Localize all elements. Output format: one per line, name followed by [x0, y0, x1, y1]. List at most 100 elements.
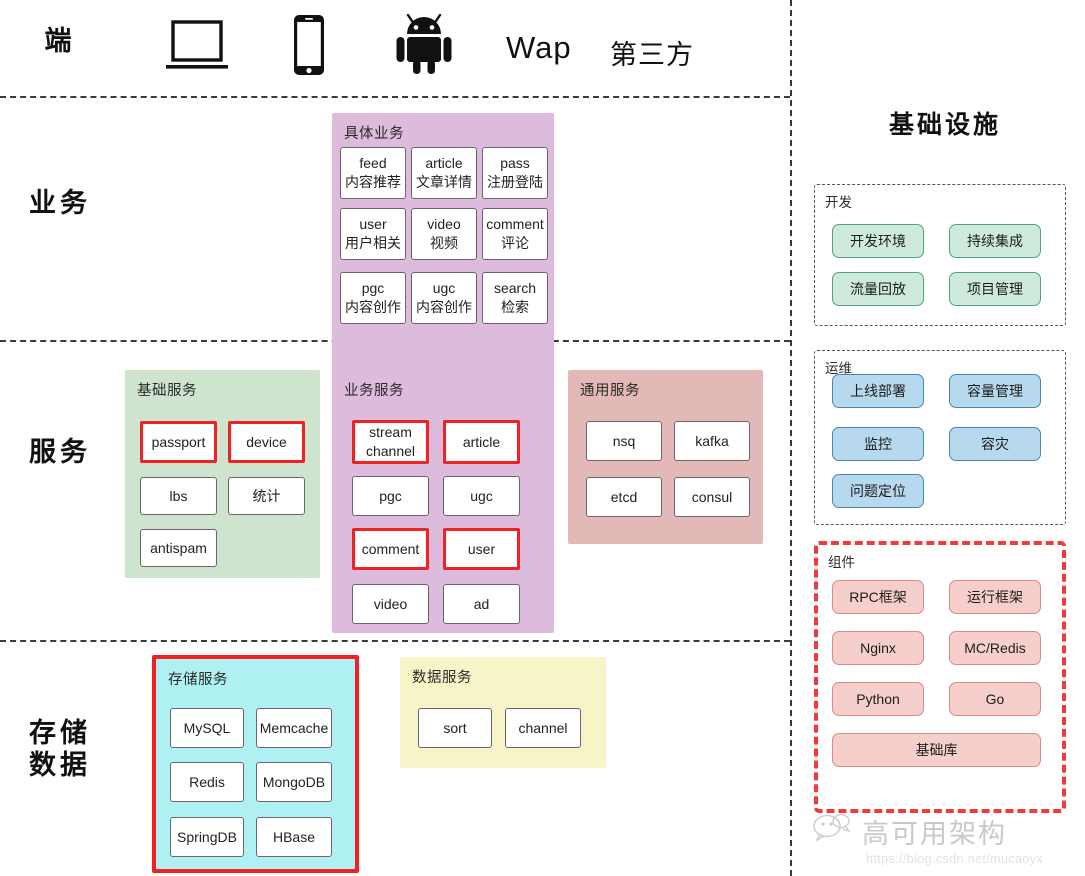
business-node-user[interactable]: user 用户相关 — [340, 208, 406, 260]
infra-chip-nginx[interactable]: Nginx — [832, 631, 924, 665]
infra-group-title-components: 组件 — [828, 555, 855, 570]
business-node-article[interactable]: article 文章详情 — [411, 147, 477, 199]
divider-service-storage — [0, 640, 790, 642]
common-service-node-kafka[interactable]: kafka — [674, 421, 750, 461]
business-node-ugc[interactable]: ugc 内容创作 — [411, 272, 477, 324]
node-label: video — [373, 595, 408, 612]
node-label: comment — [486, 216, 544, 233]
node-label: ad — [473, 595, 490, 612]
iphone-icon — [293, 14, 325, 76]
infra-chip-deployment[interactable]: 上线部署 — [832, 374, 924, 408]
business-node-comment[interactable]: comment 评论 — [482, 208, 548, 260]
node-label: pass — [500, 155, 530, 172]
infra-chip-dev-environment[interactable]: 开发环境 — [832, 224, 924, 258]
common-service-node-etcd[interactable]: etcd — [586, 477, 662, 517]
row-label-business: 业务 — [29, 188, 91, 218]
biz-service-node-article[interactable]: article — [443, 420, 520, 464]
node-sublabel: 用户相关 — [345, 235, 401, 251]
storage-node-mysql[interactable]: MySQL — [170, 708, 244, 748]
infra-chip-base-library[interactable]: 基础库 — [832, 733, 1041, 767]
common-service-node-consul[interactable]: consul — [674, 477, 750, 517]
panel-title-data-service: 数据服务 — [412, 670, 472, 686]
row-label-service: 服务 — [29, 437, 91, 467]
business-node-pgc[interactable]: pgc 内容创作 — [340, 272, 406, 324]
infra-chip-disaster-recovery[interactable]: 容灾 — [949, 427, 1041, 461]
business-node-pass[interactable]: pass 注册登陆 — [482, 147, 548, 199]
infra-chip-troubleshooting[interactable]: 问题定位 — [832, 474, 924, 508]
biz-service-node-ad[interactable]: ad — [443, 584, 520, 624]
node-sublabel: 文章详情 — [416, 174, 472, 190]
biz-service-node-pgc[interactable]: pgc — [352, 476, 429, 516]
node-label: 统计 — [252, 487, 281, 504]
infra-chip-rpc-framework[interactable]: RPC框架 — [832, 580, 924, 614]
biz-service-node-video[interactable]: video — [352, 584, 429, 624]
node-label: sort — [443, 719, 467, 736]
base-service-node-passport[interactable]: passport — [140, 421, 217, 463]
row-label-storage: 存储 数据 — [29, 718, 91, 780]
watermark-text: 高可用架构 — [862, 819, 1007, 849]
infra-chip-go[interactable]: Go — [949, 682, 1041, 716]
business-node-feed[interactable]: feed 内容推荐 — [340, 147, 406, 199]
infra-chip-python[interactable]: Python — [832, 682, 924, 716]
node-label: user — [359, 216, 387, 233]
storage-node-memcache[interactable]: Memcache — [256, 708, 332, 748]
node-label: video — [427, 216, 461, 233]
node-label: ugc — [432, 280, 456, 297]
storage-node-hbase[interactable]: HBase — [256, 817, 332, 857]
node-label: feed — [359, 155, 387, 172]
node-sublabel: 内容创作 — [345, 299, 401, 315]
biz-service-node-stream-channel[interactable]: stream channel — [352, 420, 429, 464]
node-label: lbs — [169, 487, 188, 504]
storage-node-redis[interactable]: Redis — [170, 762, 244, 802]
common-service-node-nsq[interactable]: nsq — [586, 421, 662, 461]
storage-node-mongodb[interactable]: MongoDB — [256, 762, 332, 802]
client-label-third-party: 第三方 — [610, 40, 694, 70]
laptop-icon — [166, 20, 228, 72]
infra-chip-traffic-replay[interactable]: 流量回放 — [832, 272, 924, 306]
data-node-sort[interactable]: sort — [418, 708, 492, 748]
watermark-url: https://blog.csdn.net/mucaoyx — [866, 852, 1043, 866]
node-label: antispam — [150, 539, 207, 556]
node-sublabel: 检索 — [501, 299, 529, 315]
infra-chip-runtime-framework[interactable]: 运行框架 — [949, 580, 1041, 614]
base-service-node-lbs[interactable]: lbs — [140, 477, 217, 515]
node-label: Memcache — [259, 719, 329, 736]
node-label: stream — [369, 424, 412, 441]
node-sublabel: 评论 — [501, 235, 529, 251]
biz-service-node-ugc[interactable]: ugc — [443, 476, 520, 516]
panel-title-base-service: 基础服务 — [137, 383, 197, 399]
node-label: MySQL — [183, 719, 231, 736]
node-label: channel — [518, 719, 568, 736]
infra-chip-capacity-management[interactable]: 容量管理 — [949, 374, 1041, 408]
node-label: Redis — [189, 773, 225, 790]
data-node-channel[interactable]: channel — [505, 708, 581, 748]
biz-service-node-user[interactable]: user — [443, 528, 520, 570]
infra-chip-project-management[interactable]: 项目管理 — [949, 272, 1041, 306]
infra-group-title-development: 开发 — [825, 195, 852, 210]
node-label: MongoDB — [262, 773, 326, 790]
infrastructure-title: 基础设施 — [888, 111, 1001, 139]
biz-service-node-comment[interactable]: comment — [352, 528, 429, 570]
architecture-diagram: 端 业务 服务 存储 数据 Wap 第三方 具体业务 feed 内容推荐 art… — [0, 0, 1085, 876]
node-label: consul — [691, 488, 733, 505]
infra-chip-mc-redis[interactable]: MC/Redis — [949, 631, 1041, 665]
storage-node-springdb[interactable]: SpringDB — [170, 817, 244, 857]
client-label-wap: Wap — [506, 30, 572, 65]
base-service-node-antispam[interactable]: antispam — [140, 529, 217, 567]
panel-title-common-service: 通用服务 — [580, 383, 640, 399]
node-sublabel: 视频 — [430, 235, 458, 251]
node-label: ugc — [470, 487, 493, 504]
wechat-icon — [812, 813, 854, 843]
node-sublabel: 内容创作 — [416, 299, 472, 315]
infra-chip-continuous-integration[interactable]: 持续集成 — [949, 224, 1041, 258]
node-label: comment — [361, 540, 420, 557]
business-node-video[interactable]: video 视频 — [411, 208, 477, 260]
node-label: HBase — [272, 828, 316, 845]
node-label: search — [493, 280, 537, 297]
infra-chip-monitoring[interactable]: 监控 — [832, 427, 924, 461]
node-label: article — [462, 433, 501, 450]
business-node-search[interactable]: search 检索 — [482, 272, 548, 324]
node-sublabel: 内容推荐 — [345, 174, 401, 190]
base-service-node-device[interactable]: device — [228, 421, 305, 463]
base-service-node-statistics[interactable]: 统计 — [228, 477, 305, 515]
